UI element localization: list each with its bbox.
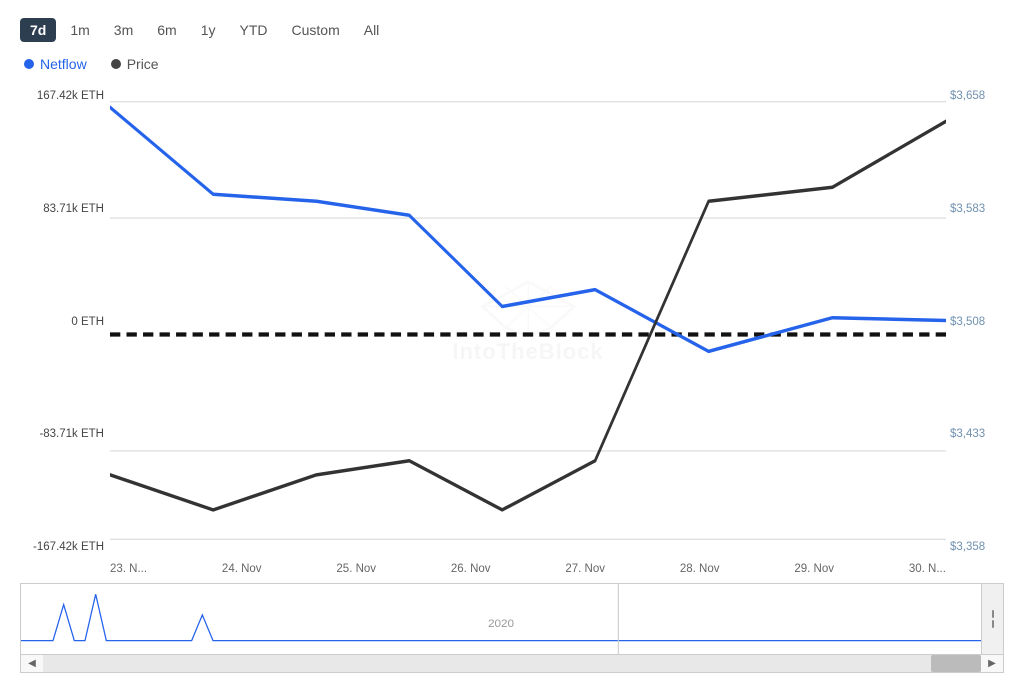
mini-chart: 2020 xyxy=(21,584,981,654)
y-axis-right: $3,658 $3,583 $3,508 $3,433 $3,358 xyxy=(946,82,1004,559)
mini-chart-container: 2020 xyxy=(20,583,1004,655)
filter-6m[interactable]: 6m xyxy=(147,18,186,42)
main-chart: 167.42k ETH 83.71k ETH 0 ETH -83.71k ETH… xyxy=(20,82,1004,559)
filter-custom[interactable]: Custom xyxy=(282,18,350,42)
filter-all[interactable]: All xyxy=(354,18,390,42)
legend-price: Price xyxy=(111,56,159,72)
chart-legend: Netflow Price xyxy=(20,56,1004,72)
legend-netflow-dot xyxy=(24,59,34,69)
y-left-4: -167.42k ETH xyxy=(20,541,104,553)
x-label-4: 27. Nov xyxy=(565,563,605,575)
x-label-7: 30. N... xyxy=(909,563,946,575)
legend-netflow-label: Netflow xyxy=(40,56,87,72)
mini-chart-svg: 2020 xyxy=(21,584,981,654)
y-axis-left: 167.42k ETH 83.71k ETH 0 ETH -83.71k ETH… xyxy=(20,82,110,559)
y-right-1: $3,583 xyxy=(950,203,1004,215)
y-right-4: $3,358 xyxy=(950,541,1004,553)
scroll-right-arrow[interactable]: ▶ xyxy=(981,655,1003,672)
filter-7d[interactable]: 7d xyxy=(20,18,56,42)
svg-text:2020: 2020 xyxy=(488,618,514,630)
legend-netflow: Netflow xyxy=(24,56,87,72)
y-left-0: 167.42k ETH xyxy=(20,90,104,102)
scrollbar: ◀ ▶ xyxy=(20,655,1004,673)
filter-ytd[interactable]: YTD xyxy=(230,18,278,42)
filter-1m[interactable]: 1m xyxy=(60,18,99,42)
x-label-2: 25. Nov xyxy=(336,563,376,575)
filter-1y[interactable]: 1y xyxy=(191,18,226,42)
time-filter-bar: 7d 1m 3m 6m 1y YTD Custom All xyxy=(20,18,1004,42)
y-left-2: 0 ETH xyxy=(20,316,104,328)
legend-price-label: Price xyxy=(127,56,159,72)
x-label-0: 23. N... xyxy=(110,563,147,575)
y-right-0: $3,658 xyxy=(950,90,1004,102)
mini-scroll-handle[interactable] xyxy=(981,584,1003,654)
x-label-5: 28. Nov xyxy=(680,563,720,575)
x-axis: 23. N... 24. Nov 25. Nov 26. Nov 27. Nov… xyxy=(20,559,1004,577)
scroll-left-arrow[interactable]: ◀ xyxy=(21,655,43,672)
chart-svg-area: IntoTheBlock xyxy=(110,82,946,559)
scroll-track[interactable] xyxy=(43,655,981,672)
x-label-1: 24. Nov xyxy=(222,563,262,575)
filter-3m[interactable]: 3m xyxy=(104,18,143,42)
chart-lines xyxy=(110,82,946,559)
y-right-3: $3,433 xyxy=(950,428,1004,440)
y-right-2: $3,508 xyxy=(950,316,1004,328)
main-container: 7d 1m 3m 6m 1y YTD Custom All Netflow Pr… xyxy=(0,0,1024,683)
x-label-3: 26. Nov xyxy=(451,563,491,575)
y-left-1: 83.71k ETH xyxy=(20,203,104,215)
x-label-6: 29. Nov xyxy=(794,563,834,575)
legend-price-dot xyxy=(111,59,121,69)
y-left-3: -83.71k ETH xyxy=(20,428,104,440)
scroll-thumb[interactable] xyxy=(931,655,981,672)
chart-area: 167.42k ETH 83.71k ETH 0 ETH -83.71k ETH… xyxy=(20,82,1004,673)
